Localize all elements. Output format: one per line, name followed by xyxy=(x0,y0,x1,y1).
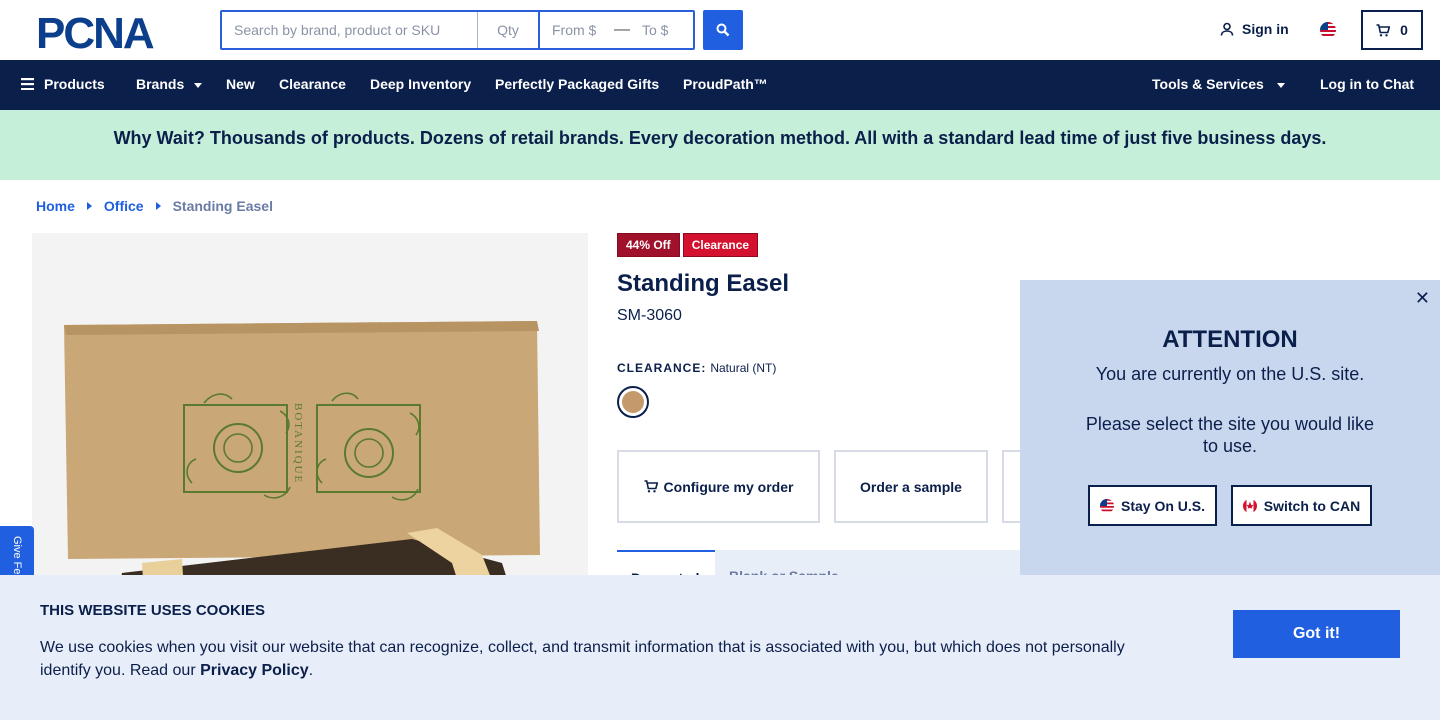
nav-products-label: Products xyxy=(44,76,105,92)
discount-badge: 44% Off xyxy=(617,233,680,257)
pcna-logo[interactable]: PCNA xyxy=(36,12,184,50)
breadcrumb-office[interactable]: Office xyxy=(104,198,144,214)
nav-perfectly-packaged-gifts[interactable]: Perfectly Packaged Gifts xyxy=(495,60,659,110)
configure-order-label: Configure my order xyxy=(663,478,794,495)
color-selection-label: CLEARANCE: Natural (NT) xyxy=(617,361,776,375)
price-from-input[interactable]: From $ xyxy=(540,12,610,48)
switch-to-can-button[interactable]: Switch to CAN xyxy=(1231,485,1372,526)
nav-tools-label: Tools & Services xyxy=(1152,76,1264,92)
promo-banner: Why Wait? Thousands of products. Dozens … xyxy=(0,110,1440,180)
price-to-input[interactable]: To $ xyxy=(634,12,693,48)
dialog-title: ATTENTION xyxy=(1162,326,1298,353)
search-icon xyxy=(716,23,730,37)
price-separator: — xyxy=(614,21,630,38)
user-icon xyxy=(1220,22,1234,36)
switch-to-can-label: Switch to CAN xyxy=(1263,497,1361,514)
top-header: PCNA Search by brand, product or SKU Qty… xyxy=(0,0,1440,60)
nav-products[interactable]: Products xyxy=(21,60,105,110)
cart-count: 0 xyxy=(1400,22,1408,38)
nav-brands[interactable]: Brands xyxy=(136,60,203,110)
cart-button[interactable]: 0 xyxy=(1361,10,1423,50)
clearance-label: CLEARANCE: xyxy=(617,361,707,375)
cookie-text: We use cookies when you visit our websit… xyxy=(40,636,1150,682)
close-icon[interactable]: ✕ xyxy=(1415,288,1430,309)
nav-brands-label: Brands xyxy=(136,76,185,92)
main-nav: Products Brands New Clearance Deep Inven… xyxy=(0,60,1440,110)
swatch-fill xyxy=(622,391,644,413)
nav-proudpath[interactable]: ProudPath™ xyxy=(683,60,768,110)
color-swatch-natural[interactable] xyxy=(617,386,649,418)
breadcrumb: Home Office Standing Easel xyxy=(36,198,273,214)
order-sample-button[interactable]: Order a sample xyxy=(834,450,988,523)
search-input[interactable]: Search by brand, product or SKU xyxy=(222,12,478,48)
us-flag-icon[interactable] xyxy=(1320,22,1336,38)
product-title: Standing Easel xyxy=(617,270,790,297)
chevron-right-icon xyxy=(86,202,92,210)
cart-icon xyxy=(644,480,658,493)
cookie-period: . xyxy=(308,662,314,679)
stay-on-us-button[interactable]: Stay On U.S. xyxy=(1088,485,1217,526)
sign-in-link[interactable]: Sign in xyxy=(1220,21,1289,37)
cookie-title: THIS WEBSITE USES COOKIES xyxy=(40,602,266,619)
breadcrumb-current: Standing Easel xyxy=(172,198,273,214)
box-brand-text: BOTANIQUE xyxy=(292,403,304,484)
stay-on-us-label: Stay On U.S. xyxy=(1120,497,1206,514)
chevron-down-icon xyxy=(194,82,203,88)
sign-in-label: Sign in xyxy=(1242,21,1289,37)
color-name: Natural (NT) xyxy=(710,361,777,375)
logo-text: PCNA xyxy=(36,12,154,50)
cart-icon xyxy=(1376,23,1391,36)
menu-icon xyxy=(21,78,34,90)
chevron-right-icon xyxy=(155,202,161,210)
search-bar: Search by brand, product or SKU Qty From… xyxy=(220,10,695,50)
nav-clearance[interactable]: Clearance xyxy=(279,60,346,110)
breadcrumb-home[interactable]: Home xyxy=(36,198,75,214)
search-button[interactable] xyxy=(703,10,743,50)
nav-tools-services[interactable]: Tools & Services xyxy=(1152,60,1285,110)
nav-new[interactable]: New xyxy=(226,60,255,110)
product-badges: 44% Off Clearance xyxy=(617,233,759,257)
cookie-consent-bar: THIS WEBSITE USES COOKIES We use cookies… xyxy=(0,575,1440,720)
dialog-current-site-text: You are currently on the U.S. site. xyxy=(1095,364,1365,384)
clearance-badge: Clearance xyxy=(682,233,759,257)
canada-flag-icon xyxy=(1242,498,1257,513)
us-flag-icon xyxy=(1099,498,1114,513)
qty-input[interactable]: Qty xyxy=(478,12,540,48)
nav-log-in-to-chat[interactable]: Log in to Chat xyxy=(1320,60,1414,110)
configure-order-button[interactable]: Configure my order xyxy=(617,450,820,523)
chevron-down-icon xyxy=(1276,82,1285,88)
nav-deep-inventory[interactable]: Deep Inventory xyxy=(370,60,471,110)
privacy-policy-link[interactable]: Privacy Policy xyxy=(200,662,309,679)
got-it-button[interactable]: Got it! xyxy=(1233,610,1400,658)
dialog-instruction-text: Please select the site you would like to… xyxy=(1085,414,1375,456)
product-sku: SM-3060 xyxy=(617,307,682,324)
site-selection-dialog: ✕ ATTENTION You are currently on the U.S… xyxy=(1020,280,1440,580)
